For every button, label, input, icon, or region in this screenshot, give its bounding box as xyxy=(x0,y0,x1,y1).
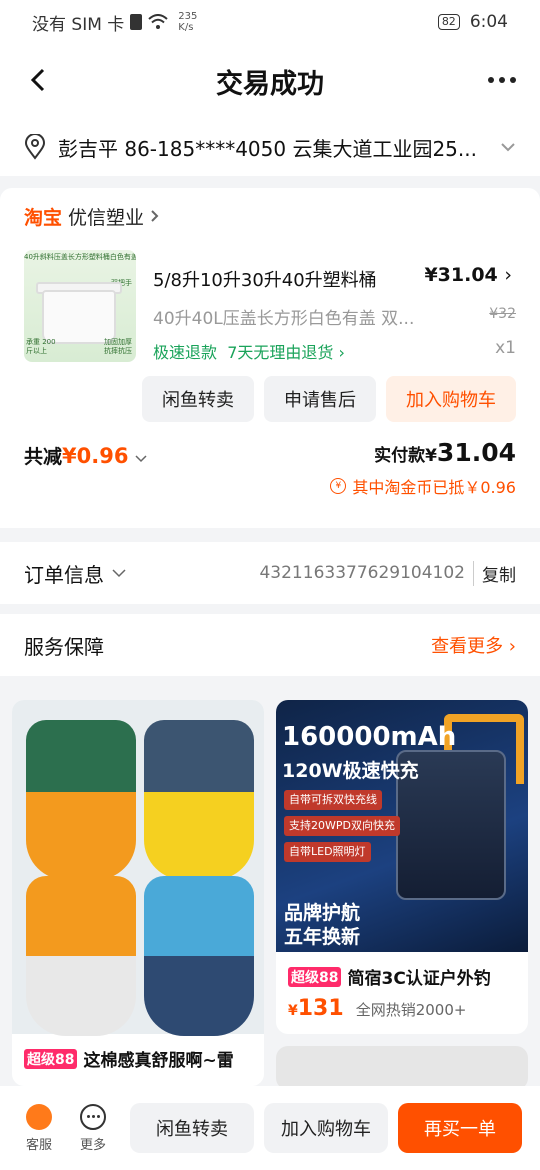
more-button[interactable]: 更多 xyxy=(66,1103,120,1153)
refund-policy[interactable]: 极速退款 7天无理由退货 › xyxy=(153,339,345,363)
item-name: 5/8升10升30升40升塑料桶 xyxy=(153,270,377,291)
product-title: 超级88 这棉感真舒服啊~雷 xyxy=(24,1046,234,1071)
order-item[interactable]: 40升斜料压盖长方形塑料桶白色有盖 双把手 承重 200斤以上 加固加厚 抗摔抗… xyxy=(0,244,540,364)
clock: 6:04 xyxy=(469,12,508,32)
service-label: 服务保障 xyxy=(24,634,104,659)
copy-button[interactable]: 复制 xyxy=(473,560,516,586)
product-title: 超级88 简宿3C认证户外钓 xyxy=(288,964,491,989)
carrier-text: 没有 SIM 卡 xyxy=(32,14,125,35)
payment-summary: 共减¥0.96 实付款¥31.04 ¥ 其中淘金币已抵￥0.96 xyxy=(0,424,540,498)
top-nav: 交易成功 xyxy=(0,44,540,118)
battery-icon: 82 xyxy=(437,14,460,30)
more-icon xyxy=(80,1103,106,1130)
bottom-action-bar: 客服 更多 闲鱼转卖 加入购物车 再买一单 xyxy=(0,1086,540,1170)
chevron-right-icon xyxy=(151,210,159,222)
page-title: 交易成功 xyxy=(216,68,324,100)
item-price: ¥31.04 › xyxy=(424,264,512,286)
after-sales-button[interactable]: 申请售后 xyxy=(264,376,376,422)
order-info-label[interactable]: 订单信息 xyxy=(24,559,104,588)
sim-alert-icon xyxy=(130,14,143,30)
resell-bottom-button[interactable]: 闲鱼转卖 xyxy=(130,1103,254,1153)
resell-button[interactable]: 闲鱼转卖 xyxy=(142,376,254,422)
location-pin-icon xyxy=(24,134,46,160)
buy-again-button[interactable]: 再买一单 xyxy=(398,1103,522,1153)
order-number: 4321163377629104102 xyxy=(259,563,465,583)
shipping-address[interactable]: 彭吉平 86-185****4050 云集大道工业园25... xyxy=(0,118,540,176)
coins-deduction: ¥ 其中淘金币已抵￥0.96 xyxy=(330,474,516,498)
more-dots-icon xyxy=(488,77,494,83)
more-menu-button[interactable] xyxy=(482,60,522,100)
order-info-section: 订单信息 4321163377629104102 复制 xyxy=(0,542,540,604)
item-thumbnail[interactable]: 40升斜料压盖长方形塑料桶白色有盖 双把手 承重 200斤以上 加固加厚 抗摔抗… xyxy=(24,250,136,362)
customer-service-icon xyxy=(26,1103,52,1130)
paid-amount: 实付款¥31.04 xyxy=(374,438,516,467)
item-spec[interactable]: 40升40L压盖长方形白色有盖 双... xyxy=(153,304,453,329)
order-card: 淘宝 优信塑业 40升斜料压盖长方形塑料桶白色有盖 双把手 承重 200斤以上 … xyxy=(0,188,540,528)
product-image: 160000mAh 120W极速快充 自带可拆双快充线 支持20WPD双向快充 … xyxy=(276,700,528,952)
product-price-row: ¥131 全网热销2000+ xyxy=(288,996,467,1021)
back-arrow-icon xyxy=(30,68,45,92)
address-text: 彭吉平 86-185****4050 云集大道工业园25... xyxy=(58,136,477,161)
chevron-down-icon xyxy=(135,455,147,463)
service-section: 服务保障 查看更多 › xyxy=(0,614,540,676)
status-bar: 没有 SIM 卡 235 K/s 82 6:04 xyxy=(0,0,540,44)
chevron-down-icon[interactable] xyxy=(112,568,126,578)
add-to-cart-button[interactable]: 加入购物车 xyxy=(386,376,516,422)
network-speed: 235 K/s xyxy=(178,11,198,33)
see-more-link[interactable]: 查看更多 › xyxy=(431,632,516,658)
product-image xyxy=(12,700,264,1036)
item-original-price: ¥32 xyxy=(489,306,516,322)
coin-icon: ¥ xyxy=(330,478,347,494)
product-card-left[interactable]: 超级88 这棉感真舒服啊~雷 xyxy=(12,700,264,1086)
back-button[interactable] xyxy=(18,60,58,100)
item-quantity: x1 xyxy=(495,338,516,358)
add-cart-bottom-button[interactable]: 加入购物车 xyxy=(264,1103,388,1153)
recommendation-feed: 超级88 这棉感真舒服啊~雷 160000mAh 120W极速快充 自带可拆双快充… xyxy=(0,690,540,1090)
shop-row[interactable]: 淘宝 优信塑业 xyxy=(0,188,540,244)
item-actions: 闲鱼转卖 申请售后 加入购物车 xyxy=(0,364,540,424)
customer-service-button[interactable]: 客服 xyxy=(12,1103,66,1153)
product-card-next[interactable] xyxy=(276,1046,528,1090)
wifi-icon xyxy=(148,14,168,29)
taobao-logo: 淘宝 xyxy=(24,206,63,229)
product-card-right[interactable]: 160000mAh 120W极速快充 自带可拆双快充线 支持20WPD双向快充 … xyxy=(276,700,528,1034)
shop-name: 优信塑业 xyxy=(68,206,145,229)
chevron-down-icon xyxy=(501,143,515,152)
discount-total[interactable]: 共减¥0.96 xyxy=(24,442,147,469)
